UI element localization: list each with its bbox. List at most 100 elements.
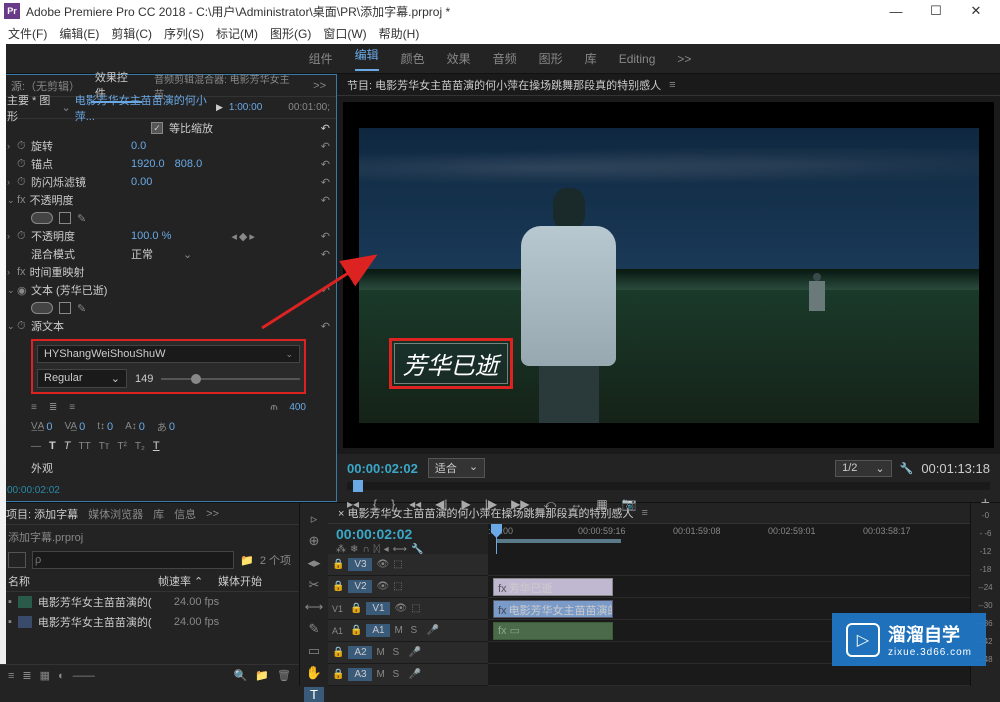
aki-icon[interactable]: あ 0 bbox=[157, 419, 175, 434]
find-icon[interactable]: 🔍 bbox=[234, 669, 248, 682]
work-area-bar[interactable] bbox=[496, 539, 621, 543]
overflow-icon[interactable]: >> bbox=[206, 508, 219, 520]
timeline-timecode[interactable]: 00:00:02:02 bbox=[336, 526, 480, 542]
stopwatch-icon[interactable]: ⏱ bbox=[17, 320, 31, 333]
razor-tool-icon[interactable]: ✂ bbox=[304, 577, 324, 593]
eye-icon[interactable]: 👁 bbox=[376, 559, 389, 570]
menu-file[interactable]: 文件(F) bbox=[2, 25, 53, 42]
allcaps-icon[interactable]: TT bbox=[78, 441, 90, 452]
effect-timecode[interactable]: 00:00:02:02 bbox=[1, 483, 336, 501]
track-header-v2[interactable]: 🔒 V2 👁 ⬚ bbox=[328, 576, 488, 598]
menu-help[interactable]: 帮助(H) bbox=[373, 25, 426, 42]
mute-icon[interactable]: M bbox=[376, 647, 388, 658]
workspace-overflow[interactable]: >> bbox=[677, 52, 691, 66]
tsume-icon[interactable]: A↕ 0 bbox=[125, 421, 145, 433]
voice-icon[interactable]: 🎤 bbox=[408, 669, 420, 680]
twirl-icon[interactable]: › bbox=[7, 231, 17, 241]
kf-add-icon[interactable]: ◆ bbox=[239, 230, 247, 243]
panel-menu-icon[interactable]: >> bbox=[309, 80, 330, 92]
mask-ellipse-icon[interactable] bbox=[31, 212, 53, 224]
stopwatch-icon[interactable]: ⏱ bbox=[17, 176, 31, 189]
reset-icon[interactable]: ↶ bbox=[321, 140, 330, 153]
selection-tool-icon[interactable]: ▹ bbox=[304, 511, 324, 527]
track-select-tool-icon[interactable]: ⊕ bbox=[304, 533, 324, 549]
stopwatch-icon[interactable]: ⏱ bbox=[17, 230, 31, 243]
mute-icon[interactable]: M bbox=[376, 669, 388, 680]
reset-icon[interactable]: ↶ bbox=[321, 194, 330, 207]
folder-icon[interactable]: 📁 bbox=[240, 554, 254, 567]
minimize-button[interactable]: — bbox=[876, 0, 916, 22]
lock-icon[interactable]: 🔒 bbox=[332, 581, 344, 592]
track-name[interactable]: A2 bbox=[348, 646, 372, 659]
timeline-tab[interactable]: × 电影芳华女主苗苗演的何小萍在操场跳舞那段真的特别感人 bbox=[338, 505, 633, 521]
twirl-icon[interactable]: ⌄ bbox=[7, 285, 17, 296]
rotation-value[interactable]: 0.0 bbox=[131, 140, 146, 152]
blend-value[interactable]: 正常 bbox=[131, 246, 153, 262]
tab-media-browser[interactable]: 媒体浏览器 bbox=[88, 506, 143, 522]
tab-libraries[interactable]: 库 bbox=[153, 506, 164, 522]
sort-icon[interactable]: ◐ bbox=[58, 670, 65, 682]
trash-icon[interactable]: 🗑 bbox=[277, 669, 291, 682]
panel-menu-icon[interactable]: ≡ bbox=[669, 79, 675, 91]
scrub-bar[interactable] bbox=[347, 482, 990, 490]
leading-value[interactable]: 400 bbox=[289, 402, 306, 413]
reset-icon[interactable]: ↶ bbox=[321, 284, 330, 297]
workspace-editing2[interactable]: Editing bbox=[619, 52, 656, 66]
menu-graphics[interactable]: 图形(G) bbox=[264, 25, 317, 42]
rectangle-tool-icon[interactable]: ▭ bbox=[304, 643, 324, 659]
tab-project[interactable]: 项目: 添加字幕 bbox=[6, 506, 78, 522]
lock-icon[interactable]: 🔒 bbox=[350, 603, 362, 614]
underline-icon[interactable]: T bbox=[153, 440, 160, 452]
type-tool-icon[interactable]: T bbox=[304, 687, 324, 702]
eye-icon[interactable]: 👁 bbox=[376, 581, 389, 592]
workspace-assembly[interactable]: 组件 bbox=[309, 50, 333, 67]
project-item[interactable]: ▪ 电影芳华女主苗苗演的( 24.00 fps bbox=[8, 612, 291, 632]
eye-icon[interactable]: ◉ bbox=[17, 284, 31, 297]
play-icon[interactable]: ▶ bbox=[216, 102, 223, 113]
graphic-clip[interactable]: fx芳华已逝 bbox=[493, 578, 613, 596]
tab-info[interactable]: 信息 bbox=[174, 506, 196, 522]
track-header-a2[interactable]: 🔒 A2 M S 🎤 bbox=[328, 642, 488, 664]
font-family-select[interactable]: HYShangWeiShouShuW ⌄ bbox=[37, 345, 300, 363]
pen-tool-icon[interactable]: ✎ bbox=[304, 621, 324, 637]
dropdown-icon[interactable]: ⌄ bbox=[183, 248, 192, 261]
solo-icon[interactable]: S bbox=[392, 669, 404, 680]
track-header-a1[interactable]: A1 🔒 A1 M S 🎤 bbox=[328, 620, 488, 642]
kf-prev-icon[interactable]: ◂ bbox=[231, 230, 237, 243]
track-name[interactable]: V3 bbox=[348, 558, 372, 571]
align-left-icon[interactable]: ≡ bbox=[31, 402, 37, 413]
playhead-icon[interactable] bbox=[353, 480, 363, 492]
ripple-tool-icon[interactable]: ◂▸ bbox=[304, 555, 324, 571]
bin-icon[interactable] bbox=[8, 552, 26, 568]
text-overlay-highlight[interactable]: 芳华已逝 bbox=[389, 338, 513, 389]
voice-icon[interactable]: 🎤 bbox=[408, 647, 420, 658]
settings-icon[interactable]: 🔧 bbox=[900, 462, 914, 475]
kerning-icon[interactable]: VA̲ 0 bbox=[64, 421, 85, 433]
video-clip[interactable]: fx电影芳华女主苗苗演的何小 bbox=[493, 600, 613, 618]
twirl-icon[interactable]: › bbox=[7, 267, 17, 277]
text-overlay[interactable]: 芳华已逝 bbox=[394, 343, 508, 384]
reset-icon[interactable]: ↶ bbox=[321, 230, 330, 243]
output-icon[interactable]: ⬚ bbox=[393, 559, 405, 570]
font-size-value[interactable]: 149 bbox=[135, 373, 153, 385]
reset-icon[interactable]: ↶ bbox=[321, 158, 330, 171]
project-item[interactable]: ▪ 电影芳华女主苗苗演的( 24.00 fps bbox=[8, 592, 291, 612]
smallcaps-icon[interactable]: Tᴛ bbox=[99, 441, 110, 452]
opacity-value[interactable]: 100.0 % bbox=[131, 230, 171, 242]
faux-bold-icon[interactable]: — bbox=[31, 441, 41, 452]
stopwatch-icon[interactable]: ⏱ bbox=[17, 140, 31, 153]
lock-icon[interactable]: 🔒 bbox=[332, 647, 344, 658]
anchor-x[interactable]: 1920.0 bbox=[131, 158, 165, 170]
bold-icon[interactable]: T bbox=[49, 440, 56, 452]
col-fps[interactable]: 帧速率 ⌃ bbox=[158, 573, 218, 589]
list-view-icon[interactable]: ≡ bbox=[8, 670, 14, 682]
slip-tool-icon[interactable]: ⟷ bbox=[304, 599, 324, 615]
mute-icon[interactable]: M bbox=[394, 625, 406, 636]
lock-icon[interactable]: 🔒 bbox=[332, 559, 344, 570]
twirl-icon[interactable]: › bbox=[7, 177, 17, 187]
leading-icon[interactable]: ⫙ bbox=[270, 402, 277, 413]
workspace-graphics[interactable]: 图形 bbox=[539, 50, 563, 67]
mask-ellipse-icon[interactable] bbox=[31, 302, 53, 314]
menu-edit[interactable]: 编辑(E) bbox=[53, 25, 105, 42]
mask-rect-icon[interactable] bbox=[59, 212, 71, 224]
